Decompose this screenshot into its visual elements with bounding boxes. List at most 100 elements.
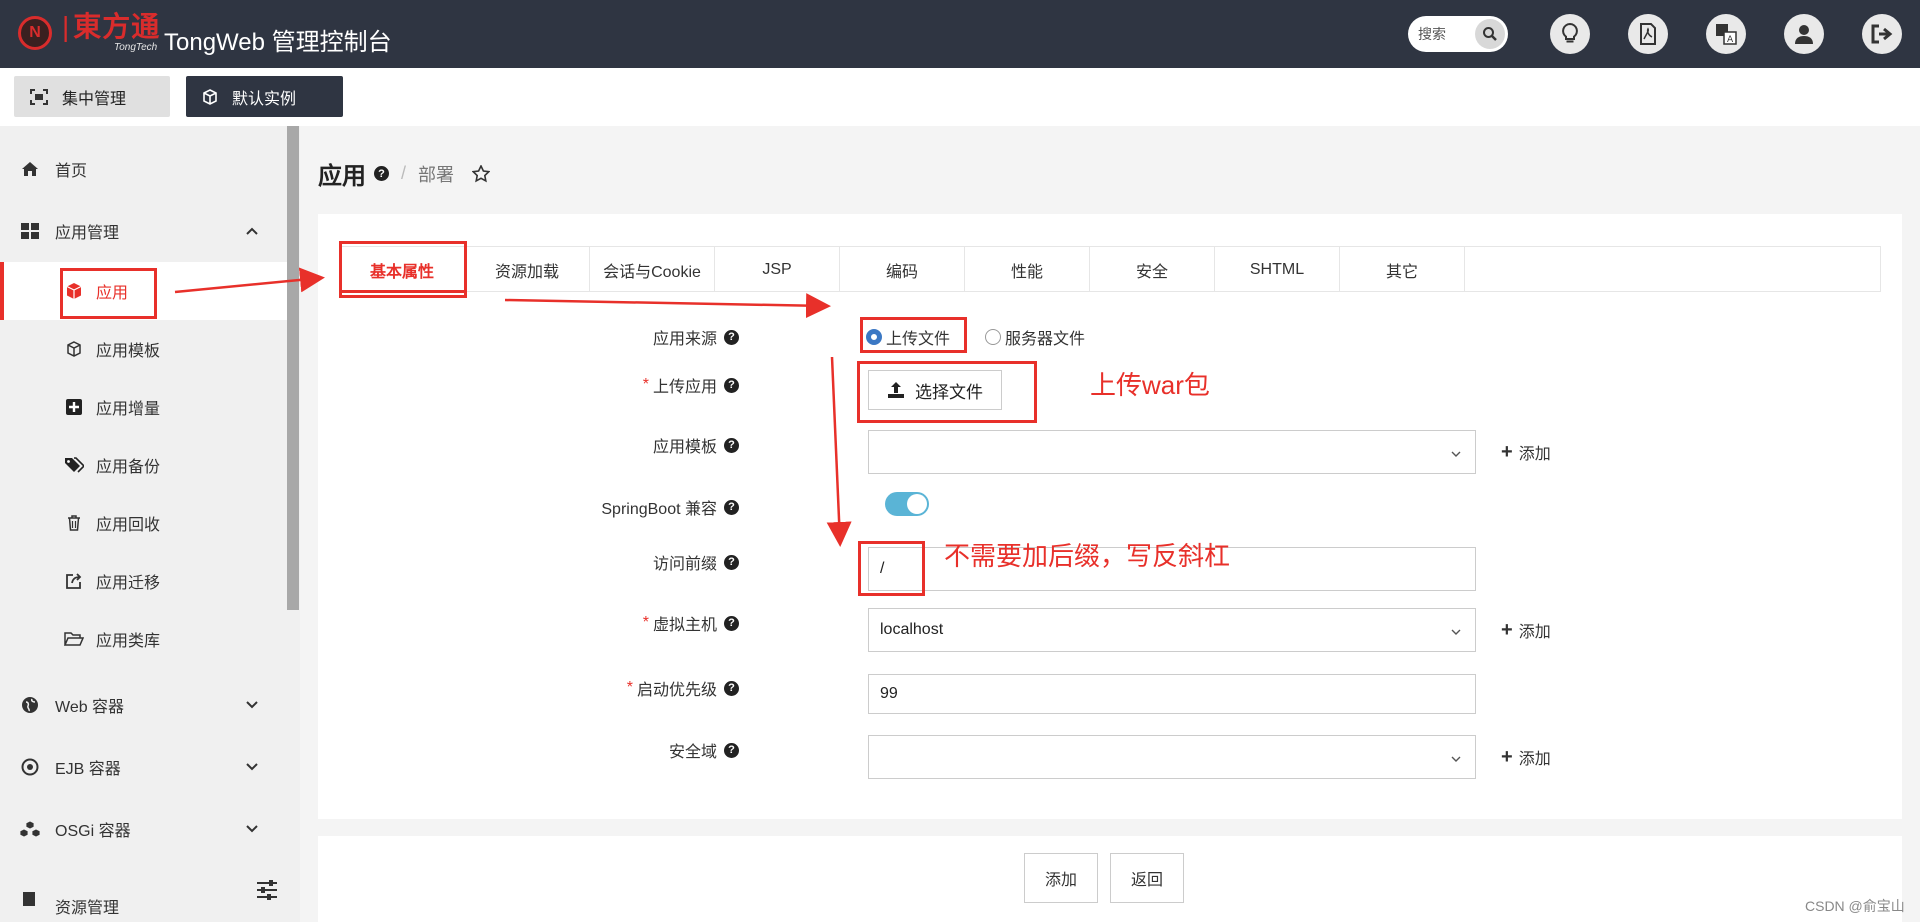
breadcrumb: 应用 ? / 部署: [318, 156, 491, 191]
translate-icon: A: [1716, 24, 1737, 45]
folder-open-icon: [64, 632, 84, 646]
sidebar-item-ejb-container[interactable]: EJB 容器: [0, 738, 287, 796]
realm-label: 安全域: [668, 744, 717, 761]
language-button[interactable]: A: [1706, 14, 1746, 54]
favorite-button[interactable]: [472, 164, 491, 183]
dashboard-icon: [21, 223, 39, 239]
logo-emblem: N: [18, 16, 52, 50]
vhost-row: * 虚拟主机 ? localhost + 添加: [318, 608, 1902, 652]
tab-session-cookie[interactable]: 会话与Cookie: [590, 247, 715, 292]
sidebar: 首页 应用管理 应用 应用模板 应用增量 应用备份 应用回收 应用迁移 应用类库…: [0, 126, 300, 922]
share-icon: [66, 573, 82, 589]
star-icon: [472, 164, 491, 182]
highlight-upload-radio: [860, 317, 967, 353]
target-icon: [21, 758, 39, 776]
sidebar-item-app-library[interactable]: 应用类库: [0, 610, 287, 668]
vhost-add-button[interactable]: + 添加: [1501, 618, 1551, 642]
help-icon[interactable]: ?: [724, 615, 739, 631]
help-icon[interactable]: ?: [724, 499, 739, 515]
lightbulb-icon: [1562, 23, 1578, 43]
user-button[interactable]: [1784, 14, 1824, 54]
search-icon: [1483, 27, 1497, 41]
sidebar-scrollbar[interactable]: [287, 126, 299, 610]
help-icon[interactable]: ?: [374, 166, 389, 181]
sidebar-item-app-backup[interactable]: 应用备份: [0, 436, 287, 494]
sidebar-item-osgi-container[interactable]: OSGi 容器: [0, 800, 287, 858]
search-button[interactable]: [1475, 19, 1505, 49]
realm-select[interactable]: [868, 735, 1476, 779]
trash-icon: [68, 515, 80, 531]
logout-button[interactable]: [1862, 14, 1902, 54]
vhost-select[interactable]: localhost: [868, 608, 1476, 652]
highlight-basic-tab: [339, 241, 467, 298]
tab-other[interactable]: 其它: [1340, 247, 1465, 292]
pdf-button[interactable]: [1628, 14, 1668, 54]
help-icon[interactable]: ?: [724, 680, 739, 696]
chevron-down-icon: [1451, 756, 1461, 762]
vhost-label: 虚拟主机: [652, 617, 717, 634]
upload-label: 上传应用: [652, 379, 717, 396]
prefix-label: 访问前缀: [652, 556, 717, 573]
form-footer: 添加 返回: [318, 836, 1902, 922]
sliders-icon: [257, 880, 277, 900]
sidebar-item-app-increment[interactable]: 应用增量: [0, 378, 287, 436]
default-instance-label: 默认实例: [232, 90, 297, 108]
springboot-row: SpringBoot 兼容 ?: [318, 492, 1902, 522]
tongtech-logo: N | 東方通 TongTech: [18, 13, 160, 53]
help-icon[interactable]: ?: [724, 377, 739, 393]
annotation-upload-war: 上传war包: [1090, 370, 1210, 400]
tab-security[interactable]: 安全: [1090, 247, 1215, 292]
chevron-down-icon: [246, 701, 258, 709]
annotation-no-suffix: 不需要加后缀，写反斜杠: [944, 541, 1231, 571]
help-icon[interactable]: ?: [724, 554, 739, 570]
tab-performance[interactable]: 性能: [965, 247, 1090, 292]
sidebar-item-resource-management[interactable]: 资源管理: [0, 866, 287, 917]
watermark: CSDN @俞宝山: [1805, 898, 1905, 914]
chevron-up-icon: [246, 227, 258, 235]
page-title: 应用: [318, 163, 366, 190]
tab-shtml[interactable]: SHTML: [1215, 247, 1340, 292]
template-select[interactable]: [868, 430, 1476, 474]
sidebar-item-home[interactable]: 首页: [0, 140, 287, 198]
sidebar-item-app-migrate[interactable]: 应用迁移: [0, 552, 287, 610]
priority-input[interactable]: 99: [868, 674, 1476, 714]
focus-icon: [30, 88, 48, 105]
user-icon: [1795, 25, 1813, 44]
help-icon[interactable]: ?: [724, 437, 739, 453]
chevron-down-icon: [246, 763, 258, 771]
springboot-toggle[interactable]: [885, 492, 929, 516]
realm-add-button[interactable]: + 添加: [1501, 745, 1551, 769]
default-instance-button[interactable]: 默认实例: [186, 76, 343, 117]
sidebar-item-app-recycle[interactable]: 应用回收: [0, 494, 287, 552]
chevron-down-icon: [1451, 629, 1461, 635]
help-icon[interactable]: ?: [724, 742, 739, 758]
tags-icon: [65, 457, 84, 473]
template-row: 应用模板 ? + 添加: [318, 430, 1902, 474]
tab-encoding[interactable]: 编码: [840, 247, 965, 292]
cube-outline-icon: [67, 341, 81, 357]
highlight-choose-file: [857, 361, 1037, 423]
tips-button[interactable]: [1550, 14, 1590, 54]
search-input[interactable]: 搜索: [1418, 24, 1446, 44]
form-panel: 基本属性 资源加载 会话与Cookie JSP 编码 性能 安全 SHTML 其…: [318, 214, 1902, 819]
add-button[interactable]: 添加: [1024, 853, 1098, 903]
radio-server[interactable]: [985, 329, 1001, 345]
central-management-button[interactable]: 集中管理: [14, 76, 170, 117]
logout-icon: [1871, 24, 1893, 44]
logo-en: TongTech: [114, 42, 158, 53]
template-add-button[interactable]: + 添加: [1501, 440, 1551, 464]
top-header: N | 東方通 TongTech TongWeb 管理控制台 搜索 A: [0, 0, 1920, 68]
cube-icon: [203, 88, 217, 105]
tab-resource-loading[interactable]: 资源加载: [465, 247, 590, 292]
sidebar-item-app-management[interactable]: 应用管理: [0, 202, 287, 260]
back-button[interactable]: 返回: [1110, 853, 1184, 903]
main-content: 应用 ? / 部署 基本属性 资源加载 会话与Cookie JSP 编码 性能 …: [300, 126, 1920, 922]
sidebar-item-app-template[interactable]: 应用模板: [0, 320, 287, 378]
help-icon[interactable]: ?: [724, 329, 739, 345]
search-box[interactable]: 搜索: [1408, 16, 1508, 52]
sidebar-settings-button[interactable]: [256, 880, 278, 905]
tab-jsp[interactable]: JSP: [715, 247, 840, 292]
sidebar-item-web-container[interactable]: Web 容器: [0, 676, 287, 734]
source-server-option[interactable]: 服务器文件: [985, 325, 1085, 349]
plus-square-icon: [66, 399, 82, 415]
